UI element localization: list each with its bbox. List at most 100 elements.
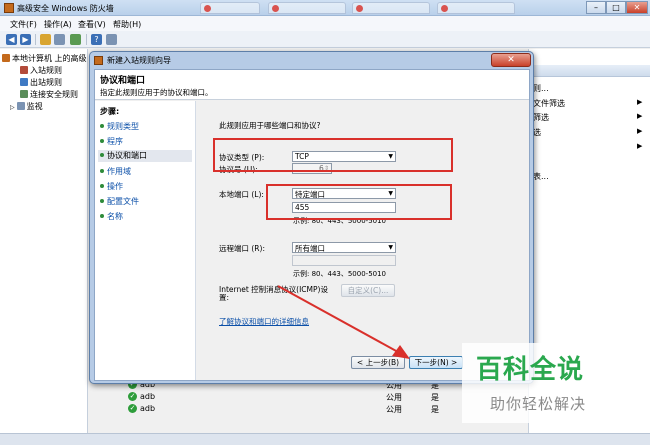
taskbar [0, 433, 650, 445]
step-label: 操作 [107, 182, 123, 191]
tree-item-connection-security-rules[interactable]: 连接安全规则 [20, 89, 78, 100]
export-list-icon[interactable] [70, 34, 81, 45]
menu-file[interactable]: 文件(F) [10, 19, 37, 30]
menu-action[interactable]: 操作(A) [44, 19, 72, 30]
forward-arrow-icon[interactable]: ▶ [20, 34, 31, 45]
ports-question: 此规则应用于哪些端口和协议? [219, 121, 321, 130]
protocol-highlight-box [213, 138, 453, 172]
submenu-arrow-icon: ▶ [637, 98, 643, 106]
step-bullet-icon [100, 139, 104, 143]
expand-arrow-icon[interactable]: ▷ [10, 104, 15, 111]
background-tab[interactable] [268, 2, 346, 14]
show-hide-action-pane-icon[interactable] [106, 34, 117, 45]
browser-tab-icon [272, 5, 279, 12]
step-label: 程序 [107, 137, 123, 146]
submenu-arrow-icon: ▶ [637, 127, 643, 135]
tree-root-label: 本地计算机 上的高级 [12, 54, 87, 63]
step-bullet-icon [100, 199, 104, 203]
console-tree: 本地计算机 上的高级 入站规则 出站规则 连接安全规则 ▷ 监视 [0, 49, 88, 445]
inbound-rules-icon [20, 66, 28, 74]
minimize-button[interactable]: – [586, 1, 606, 14]
background-tab[interactable] [437, 2, 515, 14]
tree-item-label: 监视 [26, 102, 43, 111]
menu-bar: 文件(F) 操作(A) 查看(V) 帮助(H) [0, 16, 650, 31]
page-subtitle: 指定此规则应用于的协议和端口。 [100, 88, 213, 97]
show-hide-console-tree-icon[interactable] [54, 34, 65, 45]
icmp-settings-label-cont: 置: [219, 293, 230, 302]
tree-item-label: 出站规则 [30, 78, 62, 87]
rule-enabled: 是 [431, 393, 439, 402]
watermark: 百科全说 助你轻松解决 [462, 343, 624, 423]
toolbar-separator [86, 34, 87, 45]
tree-item-label: 入站规则 [30, 66, 62, 75]
browser-tab-icon [356, 5, 363, 12]
menu-help[interactable]: 帮助(H) [113, 19, 141, 30]
step-label: 规则类型 [107, 122, 139, 131]
step-protocol-and-ports[interactable]: 协议和端口 [98, 150, 192, 162]
customize-button[interactable]: 自定义(C)... [341, 284, 395, 297]
action-item[interactable]: 表... [533, 171, 549, 182]
remote-port-example: 示例: 80、443、5000-5010 [293, 270, 387, 278]
step-profile[interactable]: 配置文件 [100, 196, 194, 208]
local-port-highlight-box [266, 184, 452, 220]
more-info-link[interactable]: 了解协议和端口的详细信息 [219, 316, 309, 327]
table-row[interactable]: ✓ adb 公用 是 [128, 391, 468, 403]
remote-port-select[interactable]: 所有端口 ▼ [292, 242, 396, 253]
help-icon[interactable]: ? [91, 34, 102, 45]
step-bullet-icon [100, 169, 104, 173]
browser-tab-icon [204, 5, 211, 12]
step-name[interactable]: 名称 [100, 211, 194, 223]
table-row[interactable]: ✓ adb 公用 是 [128, 403, 468, 415]
step-action[interactable]: 操作 [100, 181, 194, 193]
remote-port-input[interactable] [292, 255, 396, 266]
action-item[interactable]: 则... [533, 83, 549, 94]
tree-item-outbound-rules[interactable]: 出站规则 [20, 77, 62, 88]
step-label: 作用域 [107, 167, 131, 176]
tree-item-monitoring[interactable]: ▷ 监视 [10, 101, 43, 112]
step-label: 配置文件 [107, 197, 139, 206]
rule-enabled: 是 [431, 405, 439, 414]
chevron-down-icon: ▼ [388, 244, 393, 251]
wizard-header: 协议和端口 指定此规则应用于的协议和端口。 [95, 70, 529, 100]
step-bullet-icon [100, 184, 104, 188]
action-item[interactable]: 筛选 [533, 112, 549, 123]
tree-item-inbound-rules[interactable]: 入站规则 [20, 65, 62, 76]
step-program[interactable]: 程序 [100, 136, 194, 148]
back-arrow-icon[interactable]: ◀ [6, 34, 17, 45]
rule-name: adb [140, 392, 156, 401]
close-button[interactable]: ✕ [626, 1, 648, 14]
main-title-bar: 高级安全 Windows 防火墙 – □ ✕ [0, 0, 650, 16]
maximize-button[interactable]: □ [606, 1, 626, 14]
firewall-icon [2, 54, 10, 62]
enabled-check-icon: ✓ [128, 404, 137, 413]
action-item[interactable]: 选 [533, 127, 541, 138]
tree-root[interactable]: 本地计算机 上的高级 [2, 53, 87, 64]
step-label: 协议和端口 [107, 151, 147, 160]
remote-port-label: 远程端口 (R): [219, 244, 265, 253]
step-rule-type[interactable]: 规则类型 [100, 121, 194, 133]
background-tab[interactable] [200, 2, 260, 14]
next-button[interactable]: 下一步(N) > [409, 356, 463, 369]
step-label: 名称 [107, 212, 123, 221]
step-scope[interactable]: 作用域 [100, 166, 194, 178]
wizard-body: 协议和端口 指定此规则应用于的协议和端口。 步骤: 规则类型 程序 协议和端口 … [94, 69, 530, 381]
steps-title: 步骤: [100, 107, 120, 116]
remote-port-value: 所有端口 [295, 244, 325, 253]
rule-name: adb [140, 404, 156, 413]
watermark-tagline: 助你轻松解决 [490, 395, 587, 413]
background-tab[interactable] [352, 2, 430, 14]
rule-profile: 公用 [386, 393, 402, 402]
wizard-title: 新建入站规则向导 [107, 56, 171, 65]
icmp-settings-label: Internet 控制消息协议(ICMP)设 [219, 285, 328, 294]
menu-view[interactable]: 查看(V) [78, 19, 106, 30]
browser-tab-icon [441, 5, 448, 12]
step-bullet-icon [100, 153, 104, 157]
enabled-check-icon: ✓ [128, 392, 137, 401]
action-item[interactable]: 文件筛选 [533, 98, 565, 109]
page-title: 协议和端口 [100, 76, 146, 86]
main-window-title: 高级安全 Windows 防火墙 [17, 4, 114, 13]
back-button[interactable]: < 上一步(B) [351, 356, 405, 369]
outbound-rules-icon [20, 78, 28, 86]
wizard-close-button[interactable]: ✕ [491, 53, 531, 67]
up-folder-icon[interactable] [40, 34, 51, 45]
